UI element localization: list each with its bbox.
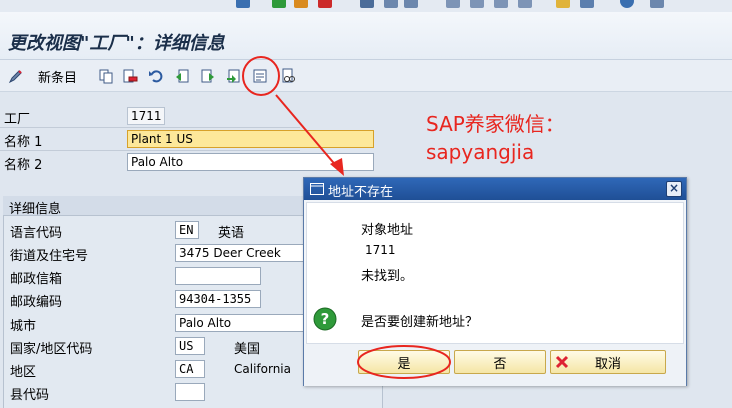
dialog-body: 对象地址 1711 未找到。 ? 是否要创建新地址？: [306, 202, 684, 344]
watermark-text: SAP养家微信： sapyangjia: [426, 110, 565, 166]
message-line1: 对象地址: [361, 223, 414, 238]
cancel-button[interactable]: 取消: [550, 350, 666, 374]
close-icon[interactable]: ×: [666, 181, 682, 197]
cancel-button-label: 取消: [594, 356, 621, 372]
cancel-x-icon: [555, 355, 569, 369]
dialog-titlebar[interactable]: 地址不存在 ×: [304, 178, 686, 200]
no-button[interactable]: 否: [454, 350, 546, 374]
watermark-line2: sapyangjia: [426, 140, 535, 164]
question-icon: ?: [313, 307, 337, 331]
message-line3: 未找到。: [361, 269, 414, 284]
annotation-arrow-line: [275, 94, 339, 169]
highlight-circle: [242, 56, 280, 96]
window-icon: [310, 183, 324, 195]
watermark-line1: SAP养家微信：: [426, 112, 565, 136]
yes-highlight-circle: [357, 345, 451, 379]
svg-text:?: ?: [321, 310, 330, 328]
address-not-exist-dialog: 地址不存在 × 对象地址 1711 未找到。 ? 是否要创建新地址？ 是 否 取…: [303, 177, 687, 386]
message-line2: 1711: [365, 243, 396, 257]
dialog-title: 地址不存在: [328, 185, 394, 200]
question-text: 是否要创建新地址？: [361, 315, 479, 330]
